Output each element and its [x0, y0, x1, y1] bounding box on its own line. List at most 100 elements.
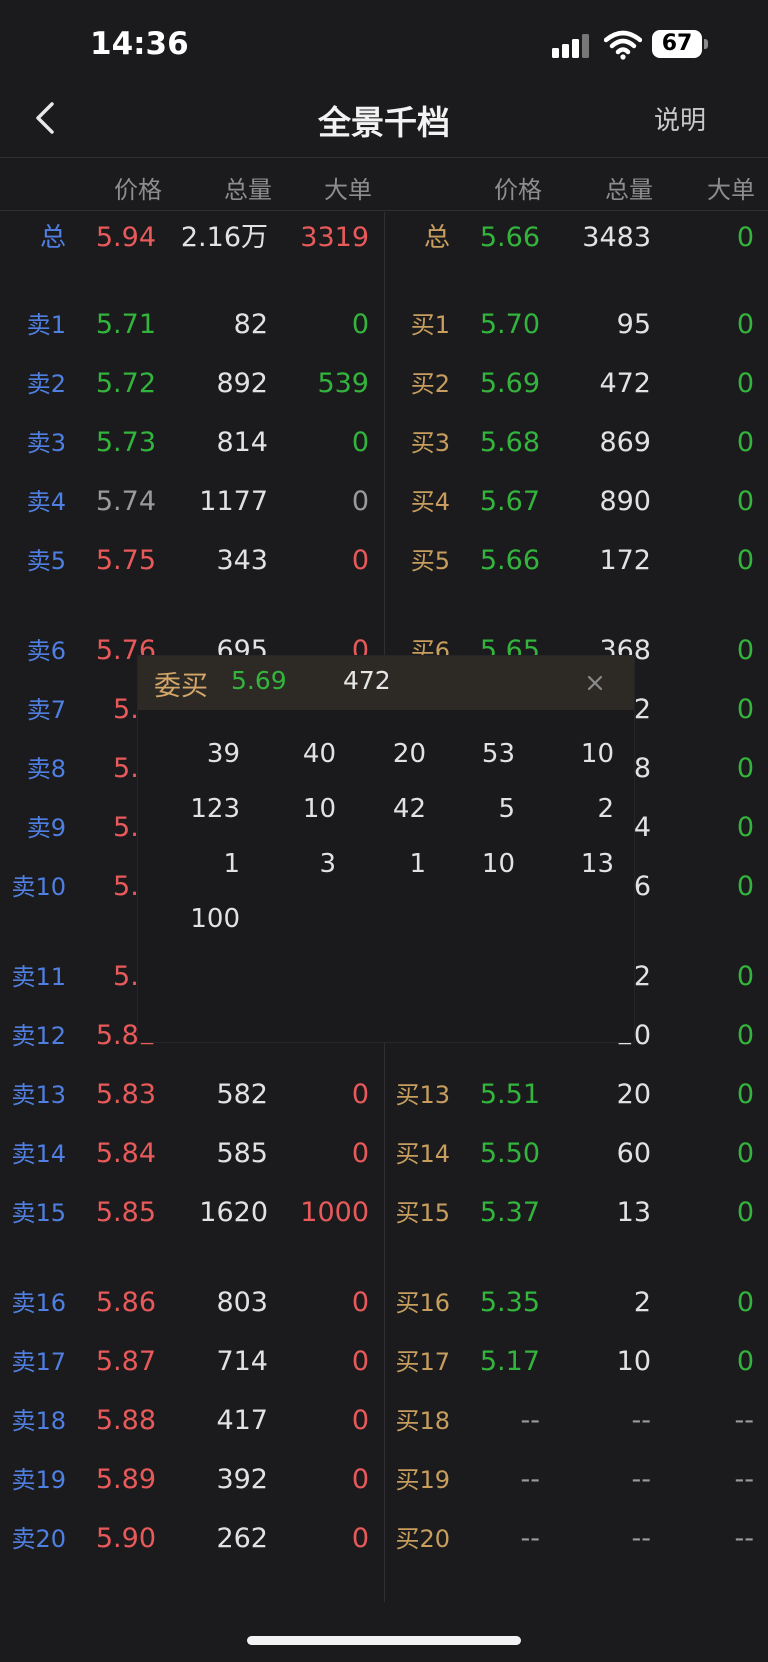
popup-order-quantity: 10 — [481, 849, 515, 879]
buy-level-price: -- — [520, 1405, 541, 1436]
popup-order-quantity: 20 — [392, 739, 426, 769]
sell-level-big: 0 — [351, 1287, 369, 1318]
buy-level-price: -- — [520, 1523, 541, 1554]
order-queue-popup: 委买 5.69 472 39 40 20 53 10 123 10 42 5 2 1 3 1 10 13 10… — [138, 656, 634, 1042]
buy-level-big: 0 — [736, 871, 754, 902]
buy-level-price: -- — [520, 1464, 541, 1495]
sell-level-big: 0 — [351, 1405, 369, 1436]
sell-total-price: 5.94 — [95, 222, 156, 253]
close-icon[interactable] — [582, 670, 608, 696]
sell-level-volume: 82 — [233, 309, 268, 340]
sell-level-price: 5.85 — [95, 1197, 156, 1228]
sell-level-label: 卖15 — [11, 1199, 66, 1227]
buy-level-volume: 95 — [616, 309, 651, 340]
buy-total-volume: 3483 — [582, 222, 651, 253]
sell-level-big: 0 — [351, 486, 369, 517]
sell-level-label: 卖16 — [11, 1289, 66, 1317]
buy-level-price: 5.68 — [479, 427, 540, 458]
sell-level-price: 5.89 — [95, 1464, 156, 1495]
buy-level-big: 0 — [736, 961, 754, 992]
buy-level-label: 买13 — [395, 1081, 450, 1109]
explain-button[interactable]: 说明 — [620, 100, 740, 137]
sell-level-label: 卖17 — [11, 1348, 66, 1376]
sell-level-big: 0 — [351, 1464, 369, 1495]
sell-level-label: 卖1 — [26, 311, 66, 339]
sell-level-label: 卖2 — [26, 370, 66, 398]
buy-price-header: 价格 — [494, 176, 542, 204]
buy-level-label: 买5 — [410, 547, 450, 575]
sell-level-volume: 814 — [216, 427, 268, 458]
buy-level-volume: 20 — [616, 1079, 651, 1110]
buy-level-label: 买19 — [395, 1466, 450, 1494]
sell-level-volume: 392 — [216, 1464, 268, 1495]
sell-level-big: 0 — [351, 309, 369, 340]
buy-level-big: 0 — [736, 812, 754, 843]
sell-level-price: 5.86 — [95, 1287, 156, 1318]
back-arrow-icon[interactable] — [30, 98, 64, 138]
buy-level-price: 5.69 — [479, 368, 540, 399]
buy-level-volume: 2 — [633, 1287, 651, 1318]
buy-level-big: -- — [734, 1523, 755, 1554]
buy-level-price: 5.35 — [479, 1287, 540, 1318]
sell-level-big: 0 — [351, 1523, 369, 1554]
popup-order-quantity: 123 — [190, 794, 240, 824]
buy-level-label: 买15 — [395, 1199, 450, 1227]
sell-level-label: 卖5 — [26, 547, 66, 575]
buy-total-price: 5.66 — [479, 222, 540, 253]
buy-volume-header: 总量 — [605, 176, 653, 204]
buy-level-label: 买17 — [395, 1348, 450, 1376]
buy-total-big: 0 — [736, 222, 754, 253]
sell-level-volume: 714 — [216, 1346, 268, 1377]
sell-level-label: 卖18 — [11, 1407, 66, 1435]
column-header-divider — [0, 210, 768, 211]
sell-level-label: 卖20 — [11, 1525, 66, 1553]
buy-level-big: 0 — [736, 694, 754, 725]
sell-level-price: 5.88 — [95, 1405, 156, 1436]
sell-level-label: 卖6 — [26, 637, 66, 665]
buy-level-label: 买2 — [410, 370, 450, 398]
buy-level-label: 买20 — [395, 1525, 450, 1553]
buy-level-big: 0 — [736, 309, 754, 340]
buy-level-price: 5.67 — [479, 486, 540, 517]
popup-order-quantity: 42 — [392, 794, 426, 824]
popup-volume: 472 — [343, 666, 391, 695]
buy-level-big: -- — [734, 1464, 755, 1495]
sell-level-big: 539 — [317, 368, 369, 399]
sell-level-big: 1000 — [300, 1197, 369, 1228]
buy-level-volume: -- — [631, 1405, 652, 1436]
buy-level-big: 0 — [736, 427, 754, 458]
popup-order-quantity: 13 — [580, 849, 614, 879]
sell-level-volume: 1620 — [199, 1197, 268, 1228]
buy-level-label: 买1 — [410, 311, 450, 339]
sell-level-price: 5.84 — [95, 1138, 156, 1169]
sell-level-label: 卖10 — [11, 873, 66, 901]
buy-level-big: 0 — [736, 1020, 754, 1051]
signal-icon — [552, 34, 589, 58]
battery-level: 67 — [661, 31, 693, 56]
popup-order-quantity: 1 — [409, 849, 426, 879]
buy-level-volume: 869 — [599, 427, 651, 458]
buy-big-header: 大单 — [707, 176, 755, 204]
popup-order-quantity: 1 — [223, 849, 240, 879]
popup-order-quantity: 10 — [302, 794, 336, 824]
popup-title: 委买 — [154, 671, 208, 702]
popup-price: 5.69 — [231, 666, 287, 695]
sell-level-big: 0 — [351, 545, 369, 576]
sell-level-label: 卖11 — [11, 963, 66, 991]
sell-level-price: 5.83 — [95, 1079, 156, 1110]
buy-level-volume: -- — [631, 1523, 652, 1554]
sell-level-price: 5.74 — [95, 486, 156, 517]
popup-order-quantity: 3 — [319, 849, 336, 879]
header-divider — [0, 157, 768, 158]
sell-price-header: 价格 — [114, 176, 162, 204]
sell-level-volume: 417 — [216, 1405, 268, 1436]
popup-order-quantity: 100 — [190, 904, 240, 934]
buy-level-big: 0 — [736, 545, 754, 576]
sell-level-label: 卖19 — [11, 1466, 66, 1494]
sell-level-volume: 343 — [216, 545, 268, 576]
buy-level-big: 0 — [736, 486, 754, 517]
sell-level-big: 0 — [351, 427, 369, 458]
buy-level-price: 5.66 — [479, 545, 540, 576]
sell-level-price: 5.87 — [95, 1346, 156, 1377]
popup-header: 委买 5.69 472 — [138, 656, 634, 710]
